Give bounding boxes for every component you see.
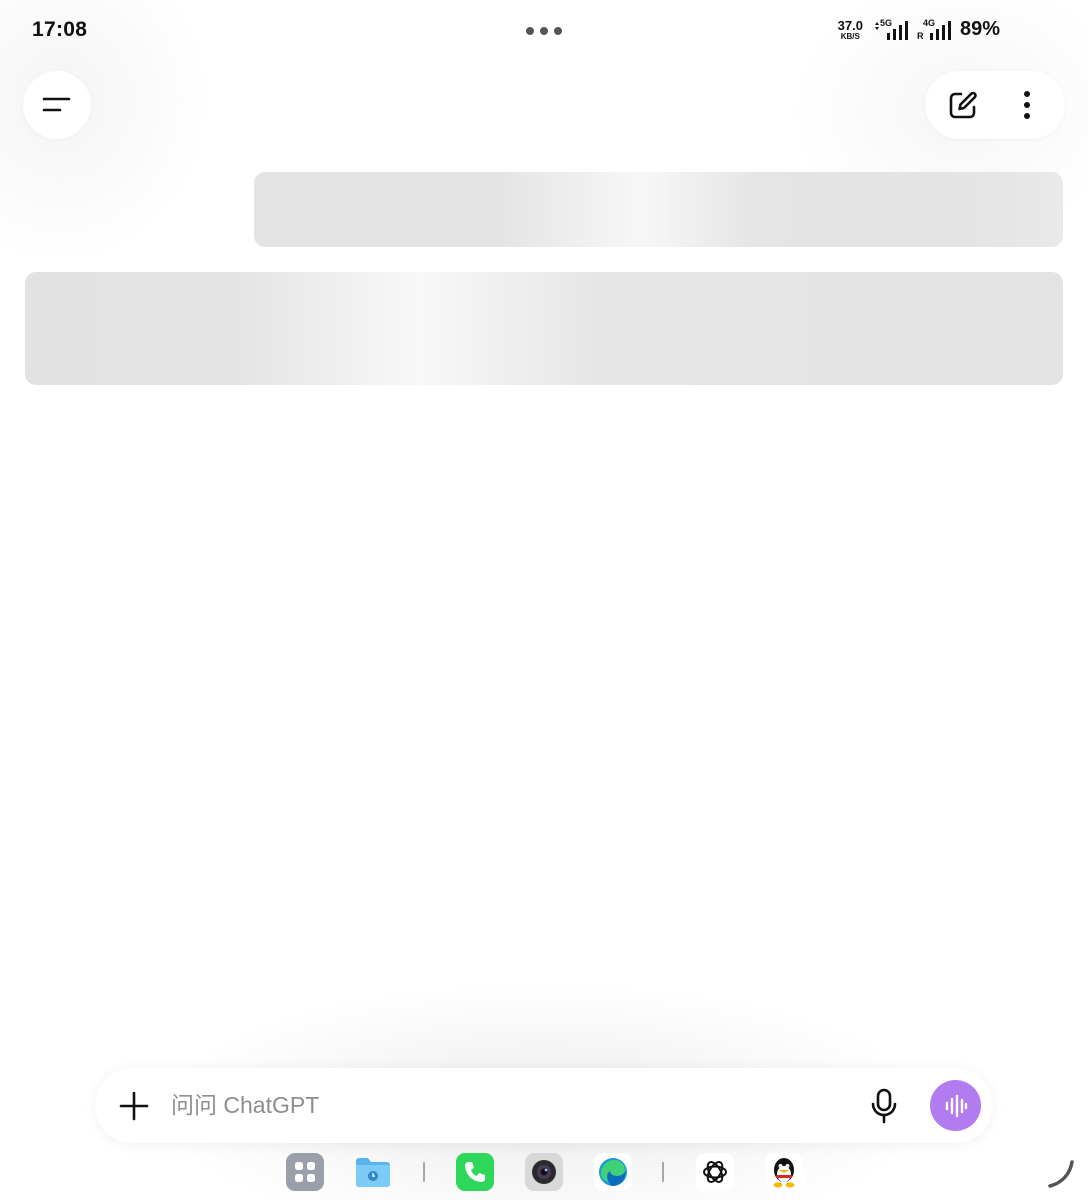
dock-separator <box>423 1162 425 1182</box>
dock-separator <box>662 1162 664 1182</box>
camera-app-icon[interactable] <box>525 1153 563 1191</box>
network-speed-unit: KB/S <box>840 31 860 41</box>
more-vertical-icon <box>1024 91 1030 119</box>
sim2-signal-icon: 4G R <box>916 18 951 41</box>
edge-browser-icon[interactable] <box>594 1153 632 1191</box>
assistant-message-skeleton <box>25 272 1063 385</box>
roaming-tag: R <box>916 30 924 41</box>
files-folder-icon[interactable] <box>354 1153 392 1191</box>
new-chat-button[interactable] <box>939 81 987 129</box>
plus-icon <box>119 1091 149 1120</box>
status-indicators: 37.0 KB/S 5G 4G R 89% <box>838 18 1000 41</box>
phone-app-icon[interactable] <box>456 1153 494 1191</box>
network-speed-value: 37.0 <box>837 17 863 33</box>
sim1-signal-icon: 5G <box>872 18 908 41</box>
voice-mode-button[interactable] <box>930 1080 981 1131</box>
user-message-skeleton <box>254 172 1063 247</box>
menu-icon <box>42 97 71 112</box>
multi-window-dots[interactable] <box>526 27 562 35</box>
composer <box>95 1068 993 1143</box>
chatgpt-screen: 17:08 37.0 KB/S 5G 4G R 89% 问问 ChatGPT <box>0 0 1088 1200</box>
attach-button[interactable] <box>115 1087 153 1125</box>
app-dock <box>0 1153 1088 1193</box>
prompt-input[interactable] <box>169 1084 862 1127</box>
sidebar-menu-button[interactable] <box>23 71 91 139</box>
network-speed: 37.0 KB/S <box>838 19 863 41</box>
status-time: 17:08 <box>32 18 88 41</box>
mic-icon <box>871 1088 897 1123</box>
resize-handle-icon[interactable] <box>1046 1158 1078 1190</box>
edit-icon <box>949 91 977 119</box>
voice-wave-icon <box>945 1094 967 1117</box>
chatgpt-app-icon[interactable] <box>696 1153 734 1191</box>
dictation-button[interactable] <box>862 1084 906 1128</box>
more-options-button[interactable] <box>1003 81 1051 129</box>
battery-percent: 89% <box>959 18 1000 40</box>
qq-app-icon[interactable] <box>765 1153 803 1191</box>
app-grid-icon[interactable] <box>286 1153 324 1191</box>
status-bar: 17:08 37.0 KB/S 5G 4G R 89% <box>0 0 1088 62</box>
header-actions <box>925 71 1065 139</box>
